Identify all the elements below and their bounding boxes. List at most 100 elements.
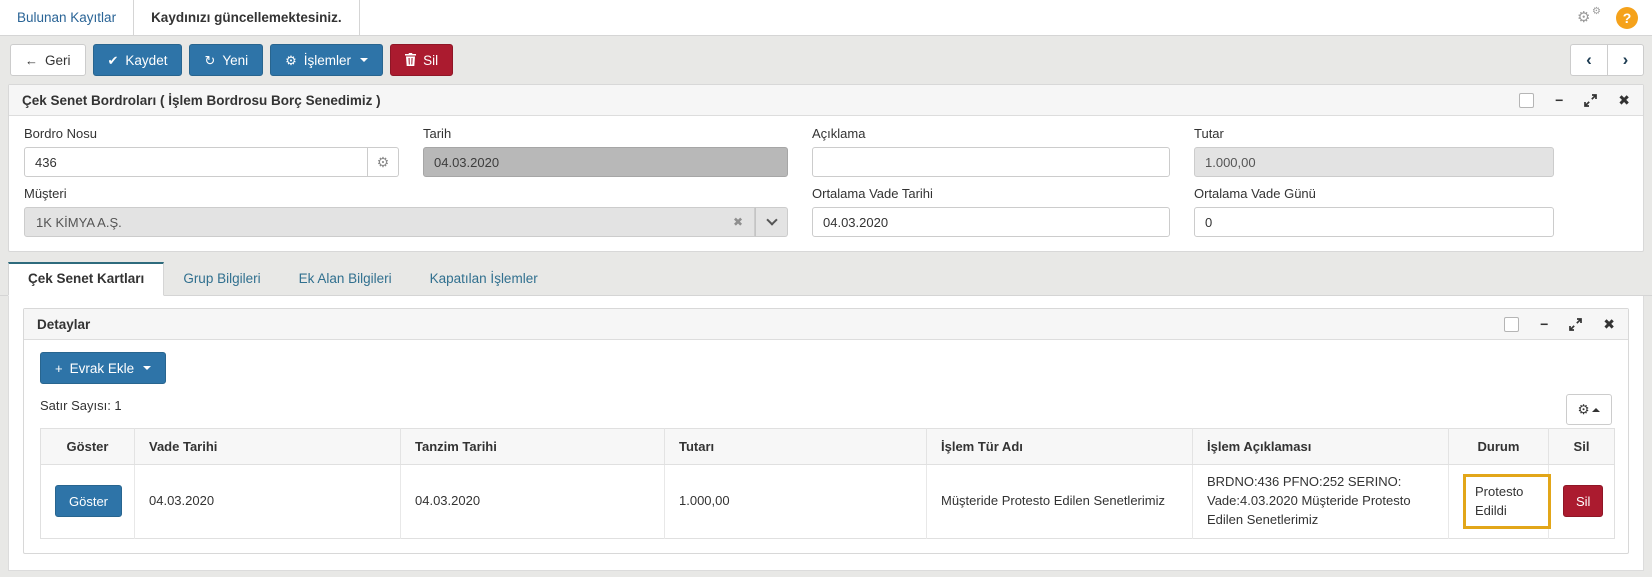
tab-grup-bilgileri[interactable]: Grup Bilgileri (164, 262, 279, 295)
ortalama-vade-gunu-input[interactable] (1194, 207, 1554, 237)
close-icon[interactable]: ✖ (1603, 317, 1615, 331)
musteri-dropdown-toggle[interactable] (755, 207, 788, 237)
tab-bulunan-kayitlar[interactable]: Bulunan Kayıtlar (0, 0, 133, 35)
detail-tabs: Çek Senet Kartları Grup Bilgileri Ek Ala… (0, 262, 1652, 296)
minimize-icon[interactable]: − (1540, 317, 1548, 331)
trash-icon (405, 52, 417, 68)
details-body: + Evrak Ekle Satır Sayısı: 1 ⚙ Göster Va… (24, 340, 1628, 553)
main-panel-title: Çek Senet Bordroları ( İşlem Bordrosu Bo… (22, 92, 381, 108)
delete-button[interactable]: Sil (390, 44, 454, 76)
musteri-select: 1K KİMYA A.Ş. ✖ (24, 207, 755, 237)
main-panel-controls: − ✖ (1519, 92, 1630, 108)
details-panel-header: Detaylar − ✖ (24, 309, 1628, 340)
cell-tutari: 1.000,00 (664, 464, 927, 539)
previous-record-button[interactable]: ‹ (1570, 44, 1607, 76)
bordro-nosu-label: Bordro Nosu (24, 126, 97, 141)
cell-islem-tur-adi: Müşteride Protesto Edilen Senetlerimiz (926, 464, 1193, 539)
chevron-down-icon (765, 214, 778, 226)
header-vade-tarihi: Vade Tarihi (134, 428, 401, 465)
tab-cek-senet-kartlari[interactable]: Çek Senet Kartları (8, 262, 165, 296)
gear-small-icon: ⚙ (1592, 6, 1601, 17)
field-musteri: Müşteri 1K KİMYA A.Ş. ✖ (24, 186, 788, 237)
bordro-nosu-input[interactable] (24, 147, 368, 177)
close-icon[interactable]: ✖ (1618, 93, 1630, 107)
cell-tanzim-tarihi: 04.03.2020 (400, 464, 665, 539)
tab-kapatilan-islemler[interactable]: Kapatılan İşlemler (411, 262, 557, 295)
musteri-value: 1K KİMYA A.Ş. (36, 214, 122, 230)
header-tutari: Tutarı (664, 428, 927, 465)
details-panel: Detaylar − ✖ + Evrak Ekle Satır Sayısı: … (23, 308, 1629, 554)
check-icon: ✔ (107, 52, 119, 68)
tab-kayit-guncelleme-label: Kaydınızı güncellemektesiniz. (151, 10, 342, 25)
cell-islem-aciklamasi: BRDNO:436 PFNO:252 SERINO: Vade:4.03.202… (1192, 464, 1449, 539)
field-aciklama: Açıklama (812, 126, 1170, 177)
next-record-button[interactable]: › (1607, 44, 1644, 76)
field-bordro-nosu: Bordro Nosu ⚙ (24, 126, 399, 177)
table-header-row: Göster Vade Tarihi Tanzim Tarihi Tutarı … (40, 428, 1615, 465)
details-panel-title: Detaylar (37, 316, 91, 332)
header-tanzim-tarihi: Tanzim Tarihi (400, 428, 665, 465)
bordro-nosu-gear-icon[interactable]: ⚙ (367, 147, 399, 177)
gear-icon: ⚙ (1577, 9, 1591, 26)
gear-icon: ⚙ (1577, 401, 1590, 417)
back-button[interactable]: ← Geri (10, 44, 86, 76)
tab-bulunan-kayitlar-label: Bulunan Kayıtlar (17, 10, 117, 25)
delete-row-button[interactable]: Sil (1563, 485, 1604, 518)
new-button[interactable]: ↻ Yeni (189, 44, 264, 76)
operations-dropdown-button[interactable]: ⚙ İşlemler (270, 44, 384, 76)
field-tarih: Tarih (423, 126, 788, 177)
aciklama-input[interactable] (812, 147, 1170, 177)
expand-icon[interactable] (1569, 317, 1583, 331)
add-document-dropdown-button[interactable]: + Evrak Ekle (40, 352, 167, 384)
show-row-button[interactable]: Göster (55, 485, 123, 518)
main-form: Bordro Nosu ⚙ Tarih Açıklama Tutar Müşte… (24, 126, 1554, 237)
header-sil: Sil (1548, 428, 1615, 465)
main-panel-header: Çek Senet Bordroları ( İşlem Bordrosu Bo… (9, 85, 1643, 116)
field-ortalama-vade-gunu: Ortalama Vade Günü (1194, 186, 1554, 237)
ortalama-vade-tarihi-input[interactable] (812, 207, 1170, 237)
toolbar: ← Geri ✔ Kaydet ↻ Yeni ⚙ İşlemler Sil ‹ … (0, 36, 1652, 84)
arrow-left-icon: ← (25, 52, 38, 68)
tab-ek-alan-bilgileri[interactable]: Ek Alan Bilgileri (280, 262, 411, 295)
panel-select-checkbox[interactable] (1519, 92, 1535, 108)
caret-up-icon (1592, 407, 1601, 412)
top-bar: Bulunan Kayıtlar Kaydınızı güncellemekte… (0, 0, 1652, 36)
caret-down-icon (143, 366, 152, 370)
header-goster: Göster (40, 428, 135, 465)
help-icon[interactable]: ? (1616, 6, 1638, 29)
expand-icon[interactable] (1584, 93, 1598, 107)
save-button[interactable]: ✔ Kaydet (92, 44, 183, 76)
status-text: Protesto Edildi (1475, 483, 1524, 519)
plus-icon: + (55, 360, 63, 376)
record-navigation: ‹ › (1570, 44, 1644, 76)
musteri-clear-icon[interactable]: ✖ (733, 215, 743, 229)
caret-down-icon (360, 58, 369, 62)
ortalama-vade-gunu-label: Ortalama Vade Günü (1194, 186, 1316, 201)
row-count-label: Satır Sayısı: 1 (40, 398, 122, 413)
tab-kayit-guncelleme[interactable]: Kaydınızı güncellemektesiniz. (133, 0, 360, 35)
table-row: Göster 04.03.2020 04.03.2020 1.000,00 Mü… (40, 464, 1615, 539)
tarih-label: Tarih (423, 126, 452, 141)
status-highlight-box: Protesto Edildi (1463, 473, 1551, 529)
musteri-label: Müşteri (24, 186, 67, 201)
details-panel-controls: − ✖ (1504, 316, 1615, 332)
header-islem-aciklamasi: İşlem Açıklaması (1192, 428, 1449, 465)
tutar-input (1194, 147, 1554, 177)
panel-select-checkbox[interactable] (1504, 316, 1520, 332)
minimize-icon[interactable]: − (1555, 93, 1563, 107)
header-durum: Durum (1448, 428, 1549, 465)
details-table: Göster Vade Tarihi Tanzim Tarihi Tutarı … (40, 428, 1615, 539)
tarih-input (423, 147, 788, 177)
settings-gears-icon[interactable]: ⚙ ⚙ (1577, 6, 1601, 26)
topbar-right: ⚙ ⚙ ? (1577, 0, 1652, 35)
header-islem-tur-adi: İşlem Tür Adı (926, 428, 1193, 465)
table-tools-row: Satır Sayısı: 1 ⚙ (40, 391, 1612, 425)
tutar-label: Tutar (1194, 126, 1224, 141)
aciklama-label: Açıklama (812, 126, 866, 141)
table-settings-button[interactable]: ⚙ (1566, 394, 1612, 425)
refresh-icon: ↻ (204, 52, 216, 68)
field-tutar: Tutar (1194, 126, 1554, 177)
main-form-panel: Çek Senet Bordroları ( İşlem Bordrosu Bo… (8, 84, 1644, 252)
cell-vade-tarihi: 04.03.2020 (134, 464, 401, 539)
tab-content: Detaylar − ✖ + Evrak Ekle Satır Sayısı: … (8, 296, 1644, 571)
